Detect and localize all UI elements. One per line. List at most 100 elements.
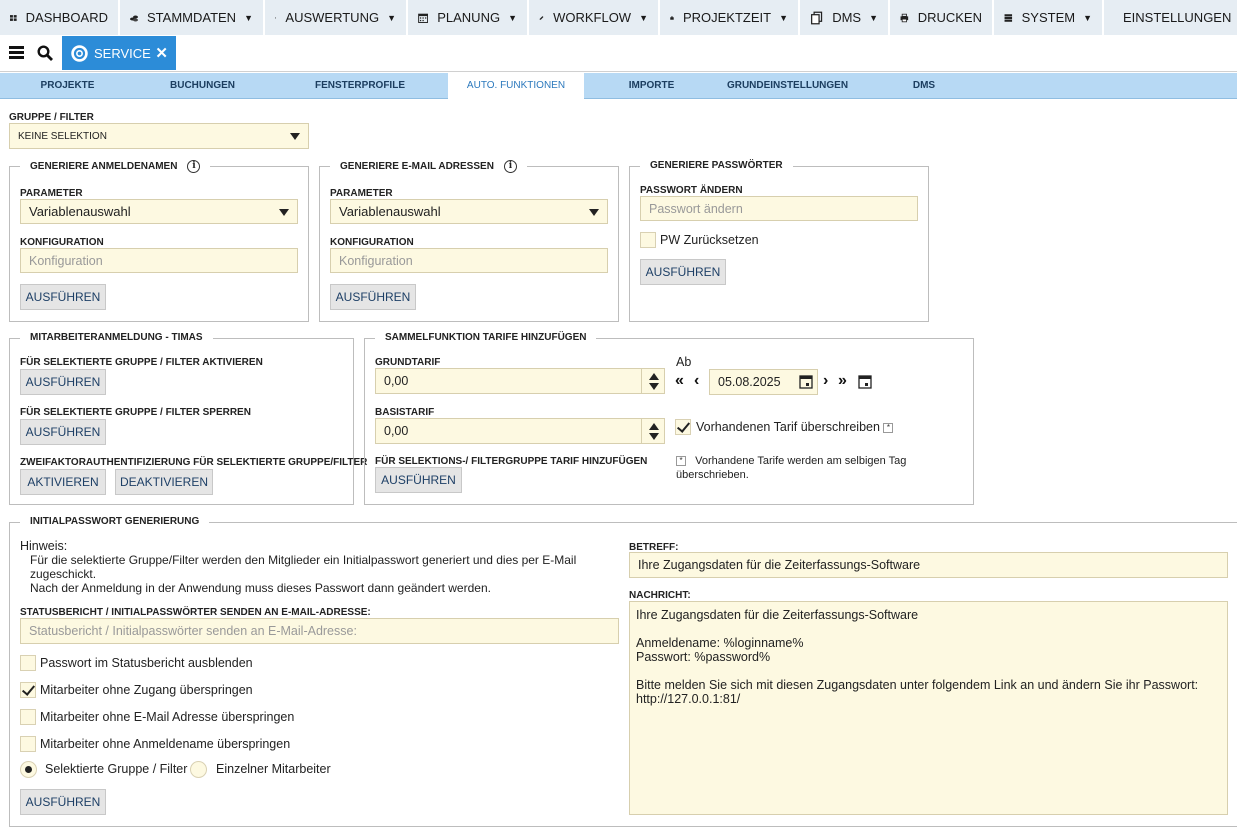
info-icon[interactable]: i xyxy=(503,160,517,173)
briefcase-icon xyxy=(670,15,674,20)
option-passwort-ausblenden-label: Passwort im Statusbericht ausblenden xyxy=(40,656,253,670)
arrow-down-icon[interactable] xyxy=(648,382,659,390)
tarife-ausfuehren-button[interactable]: AUSFÜHREN xyxy=(375,467,462,493)
info-icon[interactable]: i xyxy=(187,160,201,173)
tarif-hinweis: * Vorhandene Tarife werden am selbigen T… xyxy=(676,454,906,482)
nav-workflow-label: WORKFLOW xyxy=(553,10,632,25)
nav-einstellungen-label: EINSTELLUNGEN xyxy=(1123,10,1232,25)
grundtarif-label: GRUNDTARIF xyxy=(375,357,441,368)
gruppe-filter-select[interactable]: KEINE SELEKTION xyxy=(9,123,309,149)
email-parameter-select[interactable]: Variablenauswahl xyxy=(330,199,608,224)
option-ohne-email-label: Mitarbeiter ohne E-Mail Adresse überspri… xyxy=(40,710,295,724)
nav-auswertung-label: AUSWERTUNG xyxy=(285,10,380,25)
radio-selektierte-gruppe[interactable] xyxy=(20,761,37,778)
pw-zuruecksetzen-checkbox[interactable] xyxy=(640,232,656,248)
documents-icon xyxy=(811,11,823,24)
chevron-down-icon: ▼ xyxy=(779,12,788,23)
main-navigation: DASHBOARD STAMMDATEN ▼ 12 AUSWERTUNG ▼ P… xyxy=(0,0,1237,35)
timas-aktivieren-label: FÜR SELEKTIERTE GRUPPE / FILTER AKTIVIER… xyxy=(20,357,263,368)
arrow-down-icon[interactable] xyxy=(648,432,659,440)
basistarif-input[interactable]: 0,00 xyxy=(375,418,665,444)
server-icon xyxy=(1004,13,1013,22)
double-chevron-left-icon[interactable]: « xyxy=(675,372,684,390)
subtab-buchungen[interactable]: BUCHUNGEN xyxy=(135,73,270,99)
hinweis-line1: Für die selektierte Gruppe/Filter werden… xyxy=(30,553,577,567)
anmeldenamen-ausfuehren-button[interactable]: AUSFÜHREN xyxy=(20,284,106,310)
timas-legend: MITARBEITERANMELDUNG - TIMAS xyxy=(20,332,213,343)
nachricht-textarea[interactable]: Ihre Zugangsdaten für die Zeiterfassungs… xyxy=(629,601,1228,815)
passwort-aendern-input[interactable]: Passwort ändern xyxy=(640,196,918,221)
subtab-grundeinstellungen[interactable]: GRUNDEINSTELLUNGEN xyxy=(710,73,865,99)
radio-einzelner-mitarbeiter[interactable] xyxy=(190,761,207,778)
timas-aktivieren-button[interactable]: AUSFÜHREN xyxy=(20,369,106,395)
radio-einzelner-mitarbeiter-label: Einzelner Mitarbeiter xyxy=(216,762,331,776)
option-ohne-anmeldename-checkbox[interactable] xyxy=(20,736,36,752)
menu-icon[interactable] xyxy=(9,46,24,60)
grundtarif-stepper[interactable] xyxy=(641,369,665,393)
printer-icon xyxy=(900,13,909,22)
twofa-deaktivieren-button[interactable]: DEAKTIVIEREN xyxy=(115,469,213,495)
initialpasswort-ausfuehren-button[interactable]: AUSFÜHREN xyxy=(20,789,106,815)
nav-planung[interactable]: PLANUNG ▼ xyxy=(408,0,529,35)
basistarif-stepper[interactable] xyxy=(641,419,665,443)
passwort-aendern-label: PASSWORT ÄNDERN xyxy=(640,185,743,196)
chevron-down-icon: ▼ xyxy=(1083,12,1092,23)
chevron-down-icon xyxy=(279,208,289,216)
arrow-up-icon[interactable] xyxy=(648,422,659,430)
chevron-left-icon[interactable]: ‹ xyxy=(694,372,699,390)
email-parameter-label: PARAMETER xyxy=(330,188,393,199)
subtab-fensterprofile[interactable]: FENSTERPROFILE xyxy=(270,73,450,99)
option-ohne-anmeldename-label: Mitarbeiter ohne Anmeldename überspringe… xyxy=(40,737,291,751)
nav-projektzeit[interactable]: PROJEKTZEIT ▼ xyxy=(660,0,800,35)
pw-zuruecksetzen-label: PW Zurücksetzen xyxy=(660,233,759,247)
betreff-input[interactable]: Ihre Zugangsdaten für die Zeiterfassungs… xyxy=(629,552,1228,578)
nav-dashboard-label: DASHBOARD xyxy=(25,10,108,25)
passwoerter-ausfuehren-button[interactable]: AUSFÜHREN xyxy=(640,259,726,285)
email-ausfuehren-button[interactable]: AUSFÜHREN xyxy=(330,284,416,310)
nav-workflow[interactable]: WORKFLOW ▼ xyxy=(529,0,660,35)
timas-sperren-label: FÜR SELEKTIERTE GRUPPE / FILTER SPERREN xyxy=(20,407,251,418)
email-konfiguration-input[interactable]: Konfiguration xyxy=(330,248,608,273)
calendar-icon[interactable] xyxy=(799,374,813,389)
nav-drucken[interactable]: DRUCKEN xyxy=(890,0,994,35)
nav-dashboard[interactable]: DASHBOARD xyxy=(0,0,120,35)
close-icon[interactable]: ✕ xyxy=(155,44,168,62)
arrow-up-icon[interactable] xyxy=(648,372,659,380)
sub-navigation: PROJEKTE BUCHUNGEN FENSTERPROFILE AUTO. … xyxy=(0,73,1237,100)
nav-dms[interactable]: DMS ▼ xyxy=(800,0,890,35)
nav-auswertung[interactable]: 12 AUSWERTUNG ▼ xyxy=(265,0,408,35)
nav-einstellungen[interactable]: EINSTELLUNGEN xyxy=(1104,0,1237,35)
chevron-right-icon[interactable]: › xyxy=(823,372,828,390)
calendar-icon xyxy=(418,13,429,23)
tab-service[interactable]: SERVICE ✕ xyxy=(62,36,176,70)
option-ohne-zugang-checkbox[interactable] xyxy=(20,682,36,698)
nav-system[interactable]: SYSTEM ▼ xyxy=(994,0,1104,35)
twofa-aktivieren-button[interactable]: AKTIVIEREN xyxy=(20,469,106,495)
double-chevron-right-icon[interactable]: » xyxy=(838,372,847,390)
nav-system-label: SYSTEM xyxy=(1021,10,1076,25)
option-passwort-ausblenden-checkbox[interactable] xyxy=(20,655,36,671)
radio-selektierte-gruppe-label: Selektierte Gruppe / Filter xyxy=(45,762,188,776)
nav-stammdaten[interactable]: STAMMDATEN ▼ xyxy=(120,0,265,35)
anmeldenamen-konfiguration-input[interactable]: Konfiguration xyxy=(20,248,298,273)
anmeldenamen-konfiguration-label: KONFIGURATION xyxy=(20,237,104,248)
statusbericht-input[interactable]: Statusbericht / Initialpasswörter senden… xyxy=(20,618,619,644)
search-icon[interactable] xyxy=(37,45,53,61)
grundtarif-input[interactable]: 0,00 xyxy=(375,368,665,394)
tarif-ueberschreiben-checkbox[interactable] xyxy=(675,419,691,435)
calendar-12-icon: 12 xyxy=(275,16,276,19)
subtab-dms[interactable]: DMS xyxy=(865,73,983,99)
subtab-importe[interactable]: IMPORTE xyxy=(584,73,719,99)
subtab-auto-funktionen[interactable]: AUTO. FUNKTIONEN xyxy=(448,73,584,100)
calendar-today-icon[interactable] xyxy=(858,374,872,389)
option-ohne-email-checkbox[interactable] xyxy=(20,709,36,725)
timas-sperren-button[interactable]: AUSFÜHREN xyxy=(20,419,106,445)
email-konfiguration-label: KONFIGURATION xyxy=(330,237,414,248)
email-legend: GENERIERE E-MAIL ADRESSEN i xyxy=(330,160,527,173)
pencil-icon xyxy=(539,15,544,20)
nav-planung-label: PLANUNG xyxy=(437,10,501,25)
subtab-projekte[interactable]: PROJEKTE xyxy=(0,73,135,99)
asterisk-note-icon: * xyxy=(676,456,686,467)
anmeldenamen-parameter-select[interactable]: Variablenauswahl xyxy=(20,199,298,224)
lifebuoy-icon xyxy=(71,44,88,62)
